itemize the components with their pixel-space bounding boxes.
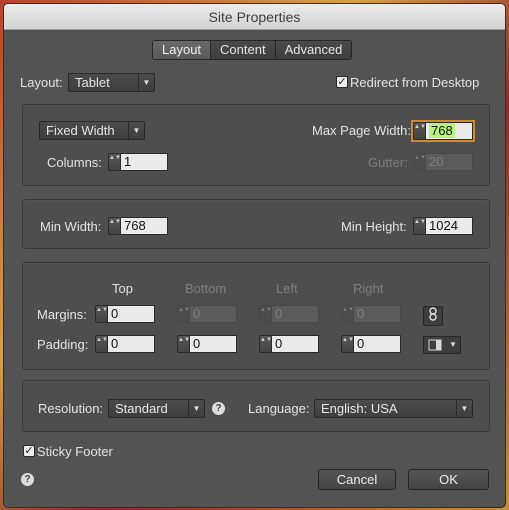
margin-bottom-field: ▲▼ 0 — [177, 305, 237, 323]
padding-top-field[interactable]: ▲▼ 0 — [95, 335, 155, 353]
min-height-label: Min Height: — [341, 219, 407, 234]
language-label: Language: — [248, 401, 310, 416]
resolution-label: Resolution: — [38, 401, 104, 416]
gutter-value: 20 — [426, 153, 473, 171]
stepper-icon[interactable]: ▲▼ — [95, 305, 108, 323]
width-panel: Fixed Width ▼ Max Page Width: ▲▼ 768 Col… — [22, 104, 490, 186]
padding-label: Padding: — [37, 337, 89, 352]
header-top: Top — [112, 281, 133, 296]
chevron-down-icon: ▼ — [138, 74, 154, 91]
padding-bottom-field[interactable]: ▲▼ 0 — [177, 335, 237, 353]
margin-top-value: 0 — [108, 305, 155, 323]
margin-left-field: ▲▼ 0 — [259, 305, 319, 323]
padding-right-field[interactable]: ▲▼ 0 — [341, 335, 401, 353]
redirect-label: Redirect from Desktop — [350, 75, 480, 90]
tab-advanced[interactable]: Advanced — [274, 41, 352, 59]
chevron-down-icon: ▼ — [188, 400, 204, 417]
spacing-panel: Top Bottom Left Right Margins: ▲▼ 0 ▲▼ 0… — [22, 262, 490, 370]
margin-bottom-value: 0 — [190, 305, 237, 323]
chevron-down-icon: ▼ — [128, 122, 144, 139]
max-page-width-label: Max Page Width: — [312, 123, 411, 138]
min-height-field[interactable]: ▲▼ 1024 — [413, 217, 473, 235]
padding-options-button[interactable]: ▼ — [423, 336, 461, 354]
margin-top-field[interactable]: ▲▼ 0 — [95, 305, 155, 323]
layout-dropdown[interactable]: Tablet ▼ — [68, 73, 155, 92]
min-width-value: 768 — [121, 217, 168, 235]
width-mode-dropdown[interactable]: Fixed Width ▼ — [39, 121, 145, 140]
header-bottom: Bottom — [185, 281, 227, 296]
max-page-width-value: 768 — [429, 123, 455, 138]
padding-bottom-value: 0 — [190, 335, 237, 353]
stepper-icon[interactable]: ▲▼ — [259, 335, 272, 353]
stepper-icon[interactable]: ▲▼ — [108, 217, 121, 235]
resolution-panel: Resolution: Standard ▼ ? Language: Engli… — [22, 380, 490, 432]
margin-right-field: ▲▼ 0 — [341, 305, 401, 323]
min-width-label: Min Width: — [40, 219, 102, 234]
margin-right-value: 0 — [354, 305, 401, 323]
padding-right-value: 0 — [354, 335, 401, 353]
stepper-icon: ▲▼ — [259, 305, 272, 323]
header-right: Right — [353, 281, 384, 296]
tab-bar: Layout Content Advanced — [152, 40, 353, 60]
cancel-button[interactable]: Cancel — [318, 469, 396, 490]
ok-button[interactable]: OK — [408, 469, 489, 490]
padding-left-field[interactable]: ▲▼ 0 — [259, 335, 319, 353]
margins-label: Margins: — [37, 307, 87, 322]
language-value: English: USA — [321, 401, 398, 416]
chain-link-icon[interactable] — [423, 306, 443, 326]
tab-layout[interactable]: Layout — [153, 41, 211, 59]
stepper-icon: ▲▼ — [177, 305, 190, 323]
stepper-icon[interactable]: ▲▼ — [177, 335, 190, 353]
stepper-icon[interactable]: ▲▼ — [95, 335, 108, 353]
columns-value: 1 — [121, 153, 168, 171]
padding-options-icon — [428, 339, 442, 351]
redirect-checkbox[interactable]: ✓ — [336, 76, 348, 88]
margin-left-value: 0 — [272, 305, 319, 323]
min-width-field[interactable]: ▲▼ 768 — [108, 217, 168, 235]
width-mode-value: Fixed Width — [46, 123, 115, 138]
chevron-down-icon: ▼ — [456, 400, 472, 417]
stepper-icon: ▲▼ — [341, 305, 354, 323]
size-panel: Min Width: ▲▼ 768 Min Height: ▲▼ 1024 — [22, 199, 490, 249]
stepper-icon[interactable]: ▲▼ — [413, 217, 426, 235]
sticky-footer-checkbox[interactable]: ✓ — [23, 445, 35, 457]
layout-value: Tablet — [75, 75, 110, 90]
gutter-label: Gutter: — [368, 155, 408, 170]
stepper-icon[interactable]: ▲▼ — [413, 122, 426, 140]
padding-top-value: 0 — [108, 335, 155, 353]
resolution-help-icon[interactable]: ? — [212, 402, 225, 415]
header-left: Left — [276, 281, 298, 296]
columns-label: Columns: — [47, 155, 102, 170]
layout-label: Layout: — [20, 75, 63, 90]
site-properties-dialog: Site Properties Layout Content Advanced … — [3, 3, 506, 508]
padding-left-value: 0 — [272, 335, 319, 353]
resolution-value: Standard — [115, 401, 168, 416]
columns-field[interactable]: ▲▼ 1 — [108, 153, 168, 171]
dialog-title: Site Properties — [4, 4, 505, 30]
gutter-field: ▲▼ 20 — [413, 153, 473, 171]
language-dropdown[interactable]: English: USA ▼ — [314, 399, 473, 418]
min-height-value: 1024 — [426, 217, 473, 235]
stepper-icon: ▲▼ — [413, 153, 426, 171]
tab-content[interactable]: Content — [210, 41, 275, 59]
sticky-footer-label: Sticky Footer — [37, 444, 113, 459]
dialog-help-icon[interactable]: ? — [21, 473, 34, 486]
chevron-down-icon: ▼ — [449, 340, 457, 349]
stepper-icon[interactable]: ▲▼ — [108, 153, 121, 171]
max-page-width-field[interactable]: ▲▼ 768 — [413, 122, 473, 140]
resolution-dropdown[interactable]: Standard ▼ — [108, 399, 205, 418]
stepper-icon[interactable]: ▲▼ — [341, 335, 354, 353]
